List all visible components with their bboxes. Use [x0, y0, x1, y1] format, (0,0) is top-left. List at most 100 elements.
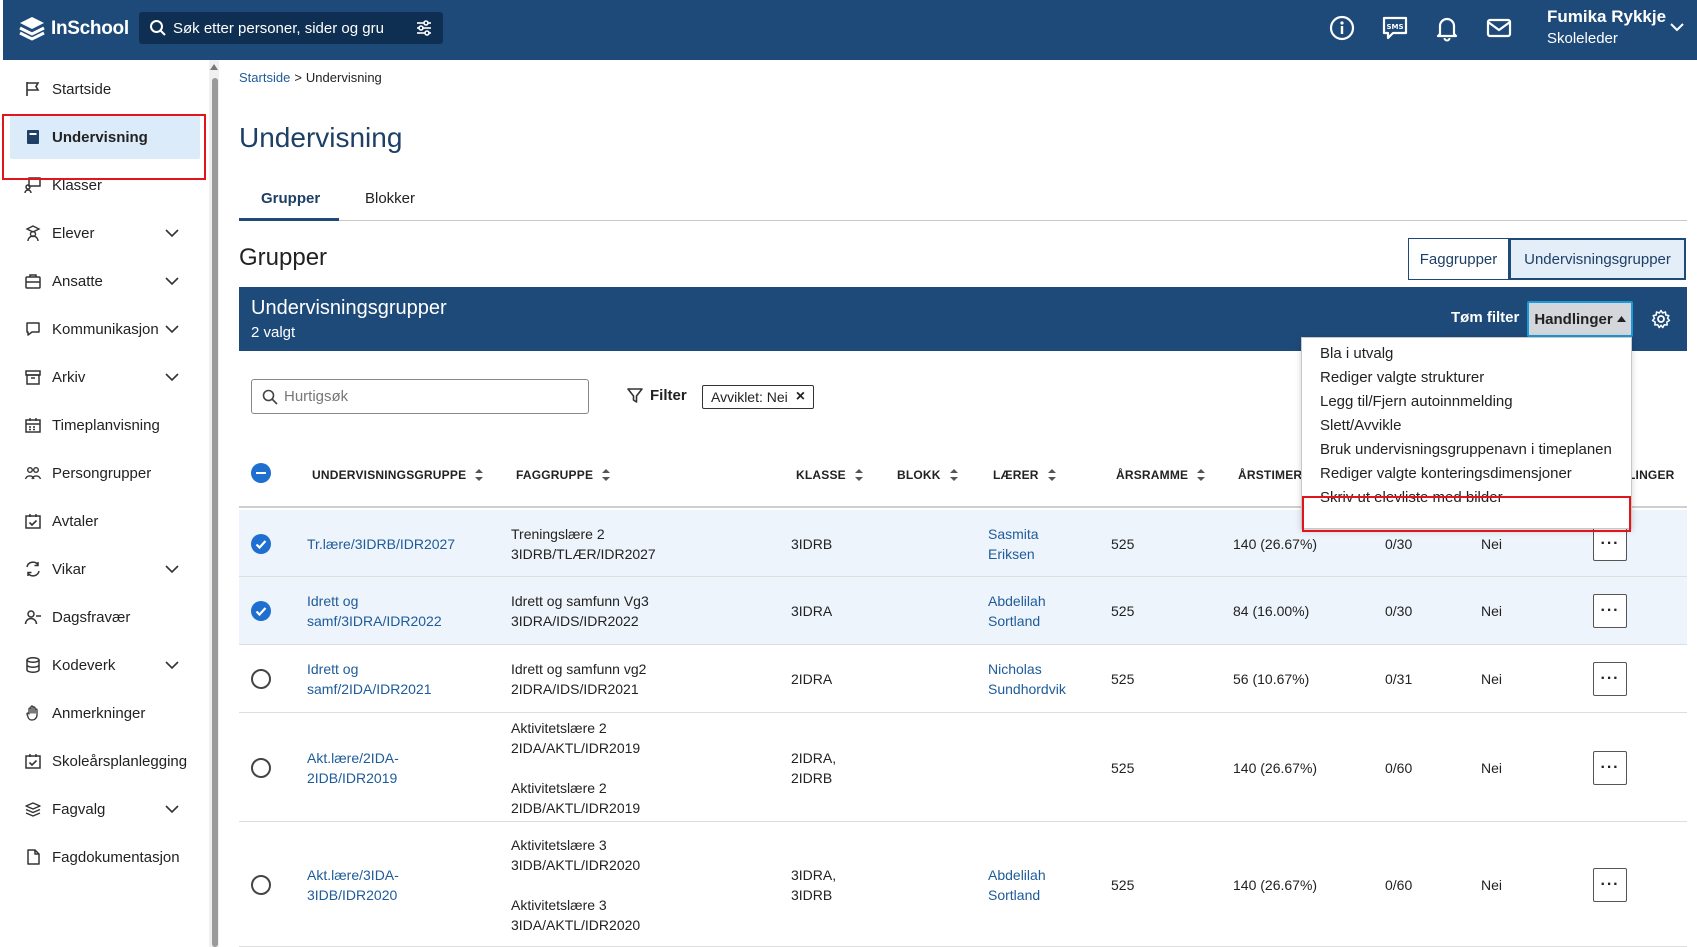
sidebar-scrollbar-thumb[interactable] — [212, 78, 218, 947]
menu-item-bla-i-utvalg[interactable]: Bla i utvalg — [1320, 345, 1393, 362]
group-link[interactable]: Tr.lære/3IDRB/IDR2027 — [307, 534, 455, 554]
sidebar-item-dagsfrav-r[interactable]: Dagsfravær — [10, 595, 200, 639]
column-header-arsramme[interactable]: ÅRSRAMME — [1116, 468, 1206, 482]
notification-bell-icon[interactable] — [1433, 14, 1461, 42]
teacher-link-line[interactable]: Abdelilah — [988, 865, 1046, 885]
menu-item-rediger-valgte-strukturer[interactable]: Rediger valgte strukturer — [1320, 369, 1484, 386]
group-link-line[interactable]: Akt.lære/3IDA- — [307, 865, 399, 885]
group-link[interactable]: Akt.lære/3IDA- 3IDB/IDR2020 — [307, 865, 399, 905]
row-checkbox[interactable] — [251, 669, 271, 689]
tab-blokker[interactable]: Blokker — [365, 190, 415, 207]
close-icon[interactable]: × — [796, 388, 805, 406]
sidebar-item-timeplanvisning[interactable]: Timeplanvisning — [10, 403, 200, 447]
table-row[interactable]: Idrett og samf/2IDA/IDR2021 Idrett og samf… — [239, 645, 1687, 713]
teacher-link-line[interactable]: Sortland — [988, 611, 1046, 631]
table-row[interactable]: Akt.lære/3IDA- 3IDB/IDR2020 Aktivitetslære… — [239, 822, 1687, 947]
column-header-laerer[interactable]: LÆRER — [993, 468, 1057, 482]
sidebar-item-skole-rsplanlegging[interactable]: Skoleårsplanlegging — [10, 739, 200, 783]
group-link-line[interactable]: Akt.lære/2IDA- — [307, 748, 399, 768]
teacher-link-line[interactable]: Sundhordvik — [988, 679, 1066, 699]
group-link-line[interactable]: Tr.lære/3IDRB/IDR2027 — [307, 534, 455, 554]
group-link-line[interactable]: samf/2IDA/IDR2021 — [307, 679, 432, 699]
quick-search-input[interactable]: Hurtigsøk — [251, 379, 589, 414]
column-header-blokk[interactable]: BLOKK — [897, 468, 959, 482]
group-link[interactable]: Idrett og samf/2IDA/IDR2021 — [307, 659, 432, 699]
teacher-link[interactable]: Abdelilah Sortland — [988, 591, 1046, 631]
breadcrumb-home-link[interactable]: Startside — [239, 70, 290, 85]
teacher-link-line[interactable]: Eriksen — [988, 544, 1039, 564]
table-row[interactable]: Idrett og samf/3IDRA/IDR2022 Idrett og sam… — [239, 577, 1687, 645]
menu-item-slett-avvikle[interactable]: Slett/Avvikle — [1320, 417, 1401, 434]
teacher-link[interactable]: Abdelilah Sortland — [988, 865, 1046, 905]
teacher-link-line[interactable]: Sasmita — [988, 524, 1039, 544]
group-link-line[interactable]: 3IDB/IDR2020 — [307, 885, 399, 905]
chevron-down-icon[interactable] — [164, 321, 180, 337]
user-menu[interactable]: Fumika Rykkje Skoleleder — [1547, 7, 1666, 47]
row-checkbox[interactable] — [251, 533, 271, 554]
sms-icon[interactable]: SMS — [1381, 14, 1409, 42]
sidebar-item-vikar[interactable]: Vikar — [10, 547, 200, 591]
chat-icon — [26, 322, 40, 336]
row-actions-button[interactable]: ··· — [1593, 662, 1627, 696]
gear-icon[interactable] — [1651, 309, 1671, 329]
sidebar-item-kommunikasjon[interactable]: Kommunikasjon — [10, 307, 200, 351]
row-actions-button[interactable]: ··· — [1593, 750, 1627, 785]
teacher-link[interactable]: Sasmita Eriksen — [988, 524, 1039, 564]
teacher-link-line[interactable]: Nicholas — [988, 659, 1066, 679]
sidebar-item-fagvalg[interactable]: Fagvalg — [10, 787, 200, 831]
group-link-line[interactable]: Idrett og — [307, 659, 432, 679]
info-icon[interactable] — [1328, 14, 1356, 42]
column-header-faggruppe[interactable]: FAGGRUPPE — [516, 468, 611, 482]
mail-icon[interactable] — [1485, 14, 1513, 42]
row-checkbox[interactable] — [251, 601, 271, 621]
menu-item-legg-til-fjern-autoinnmelding[interactable]: Legg til/Fjern autoinnmelding — [1320, 393, 1513, 410]
sidebar-item-avtaler[interactable]: Avtaler — [10, 499, 200, 543]
column-header-arstimer[interactable]: ÅRSTIMER — [1238, 468, 1302, 482]
logo[interactable]: InSchool — [17, 14, 129, 44]
sidebar-item-elever[interactable]: Elever — [10, 211, 200, 255]
sidebar-item-kodeverk[interactable]: Kodeverk — [10, 643, 200, 687]
row-checkbox[interactable] — [251, 757, 271, 778]
row-actions-button[interactable]: ··· — [1593, 594, 1627, 628]
sidebar-item-ansatte[interactable]: Ansatte — [10, 259, 200, 303]
sidebar-item-startside[interactable]: Startside — [10, 67, 200, 111]
menu-item-bruk-undervisningsgruppenavn-i-timeplanen[interactable]: Bruk undervisningsgruppenavn i timeplane… — [1320, 441, 1612, 458]
undervisningsgrupper-toggle-button[interactable]: Undervisningsgrupper — [1509, 238, 1686, 280]
chevron-down-icon[interactable] — [164, 657, 180, 673]
chevron-down-icon[interactable] — [164, 801, 180, 817]
menu-item-rediger-valgte-konteringsdimensjoner[interactable]: Rediger valgte konteringsdimensjoner — [1320, 465, 1572, 482]
group-link-line[interactable]: Idrett og — [307, 591, 442, 611]
sidebar-item-persongrupper[interactable]: Persongrupper — [10, 451, 200, 495]
group-link-line[interactable]: samf/3IDRA/IDR2022 — [307, 611, 442, 631]
teacher-link[interactable]: Nicholas Sundhordvik — [988, 659, 1066, 699]
chevron-down-icon[interactable] — [164, 225, 180, 241]
faggrupper-toggle-button[interactable]: Faggrupper — [1408, 238, 1509, 280]
subject-cell-line: Aktivitetslære 3 — [511, 836, 607, 853]
search-options-icon[interactable] — [415, 19, 433, 37]
chevron-down-icon[interactable] — [164, 369, 180, 385]
column-header-undervisningsgruppe[interactable]: UNDERVISNINGSGRUPPE — [312, 468, 484, 482]
chevron-down-icon[interactable] — [164, 273, 180, 289]
teacher-link-line[interactable]: Sortland — [988, 885, 1046, 905]
group-link[interactable]: Idrett og samf/3IDRA/IDR2022 — [307, 591, 442, 631]
scroll-up-arrow-icon[interactable] — [210, 63, 218, 71]
row-checkbox[interactable] — [251, 874, 271, 895]
actions-button[interactable]: Handlinger — [1527, 301, 1633, 337]
group-link[interactable]: Akt.lære/2IDA- 2IDB/IDR2019 — [307, 748, 399, 788]
column-header-klasse[interactable]: KLASSE — [796, 468, 864, 482]
sidebar-item-arkiv[interactable]: Arkiv — [10, 355, 200, 399]
filter-button[interactable]: Filter — [626, 386, 687, 404]
group-link-line[interactable]: 2IDB/IDR2019 — [307, 768, 399, 788]
sidebar-item-anmerkninger[interactable]: Anmerkninger — [10, 691, 200, 735]
clear-filter-button[interactable]: Tøm filter — [1451, 309, 1519, 326]
table-row[interactable]: Akt.lære/2IDA- 2IDB/IDR2019 Aktivitetslære… — [239, 713, 1687, 822]
avviklet-cell: Nei — [1481, 671, 1503, 687]
global-search-input[interactable]: Søk etter personer, sider og gru — [139, 12, 443, 44]
chevron-down-icon[interactable] — [164, 561, 180, 577]
select-all-checkbox[interactable] — [251, 463, 271, 483]
sidebar-item-fagdokumentasjon[interactable]: Fagdokumentasjon — [10, 835, 200, 879]
row-actions-button[interactable]: ··· — [1593, 867, 1627, 902]
tab-grupper[interactable]: Grupper — [261, 190, 320, 207]
teacher-link-line[interactable]: Abdelilah — [988, 591, 1046, 611]
chevron-down-icon[interactable] — [1668, 18, 1686, 36]
